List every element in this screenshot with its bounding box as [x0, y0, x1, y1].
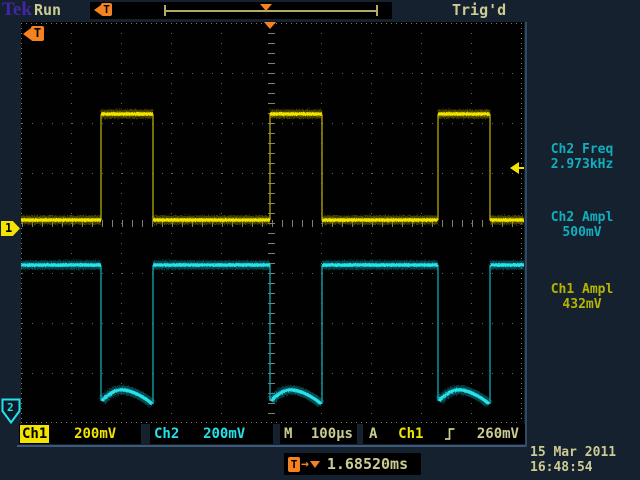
scope-display: T: [21, 22, 524, 424]
record-trigger-position-icon: [260, 4, 272, 11]
measurement-ch2-freq: Ch2 Freq 2.973kHz: [524, 142, 640, 172]
record-bracket-left: [164, 5, 166, 16]
measurement-value: 2.973kHz: [524, 157, 640, 172]
trigger-status: Trig'd: [452, 1, 506, 19]
ch1-trace-core: [21, 114, 524, 220]
trigger-mode-label: A: [369, 426, 377, 442]
ch2-marker-label: 2: [7, 401, 14, 414]
timebase-label: M: [284, 426, 292, 442]
measurement-ch1-ampl: Ch1 Ampl 432mV: [524, 282, 640, 312]
bezel-line-right: [525, 22, 527, 447]
date-value: 15 Mar 2011: [530, 445, 640, 460]
trigger-readout: A Ch1 260mV: [363, 424, 525, 444]
ch1-trace-edges: [101, 114, 490, 220]
trigger-delay-readout: T → 1.68520ms: [284, 453, 421, 475]
record-view-strip: T: [90, 2, 392, 19]
measurement-label: Ch2 Ampl: [524, 210, 640, 225]
rising-edge-icon: [444, 426, 456, 442]
trigger-delay-value: 1.68520ms: [327, 455, 408, 473]
trigger-t-icon: T: [31, 26, 44, 41]
time-value: 16:48:54: [530, 460, 640, 475]
ch2-ground-marker: 2: [1, 398, 21, 424]
trigger-marker-icon: [310, 461, 320, 468]
acquisition-status: Run: [34, 1, 61, 19]
ch2-trace-band: [21, 265, 524, 404]
ch1-trace-band: [21, 114, 524, 220]
timebase-readout: M 100µs: [280, 424, 357, 444]
ch1-badge: Ch1: [20, 425, 49, 443]
timebase-value: 100µs: [311, 426, 353, 442]
record-bracket-right: [376, 5, 378, 16]
ch1-ground-marker: 1: [1, 221, 20, 236]
trigger-offscreen-left-icon: T: [94, 3, 112, 16]
measurement-value: 500mV: [524, 225, 640, 240]
ch2-scale-readout: Ch2 200mV: [150, 424, 273, 444]
measurement-ch2-ampl: Ch2 Ampl 500mV: [524, 210, 640, 240]
measurement-label: Ch1 Ampl: [524, 282, 640, 297]
trigger-offscreen-marker: T: [23, 26, 44, 41]
datetime-readout: 15 Mar 2011 16:48:54: [526, 445, 640, 475]
trigger-t-icon: T: [101, 3, 112, 16]
ch2-scale-value: 200mV: [179, 426, 269, 442]
bezel-line-bottom: [17, 445, 527, 447]
arrow-right-icon: →: [301, 457, 309, 472]
arrow-left-icon: [510, 162, 519, 174]
measurement-value: 432mV: [524, 297, 640, 312]
ch2-label: Ch2: [154, 426, 179, 442]
waveform-layer: [21, 22, 524, 424]
trigger-t-icon: T: [288, 457, 300, 472]
brand-logo: Tek: [2, 0, 32, 21]
ch2-trace-edges: [101, 265, 490, 404]
trigger-source: Ch1: [398, 426, 423, 442]
arrow-left-icon: [94, 5, 101, 15]
arrow-left-icon: [23, 28, 31, 40]
trigger-position-icon: [264, 22, 276, 29]
trigger-level-marker: [510, 162, 524, 174]
ch1-scale-value: 200mV: [49, 426, 141, 442]
measurement-label: Ch2 Freq: [524, 142, 640, 157]
ch2-trace-core: [21, 265, 524, 404]
trigger-level-value: 260mV: [477, 426, 519, 442]
ch1-scale-readout: Ch1 200mV: [19, 424, 141, 444]
